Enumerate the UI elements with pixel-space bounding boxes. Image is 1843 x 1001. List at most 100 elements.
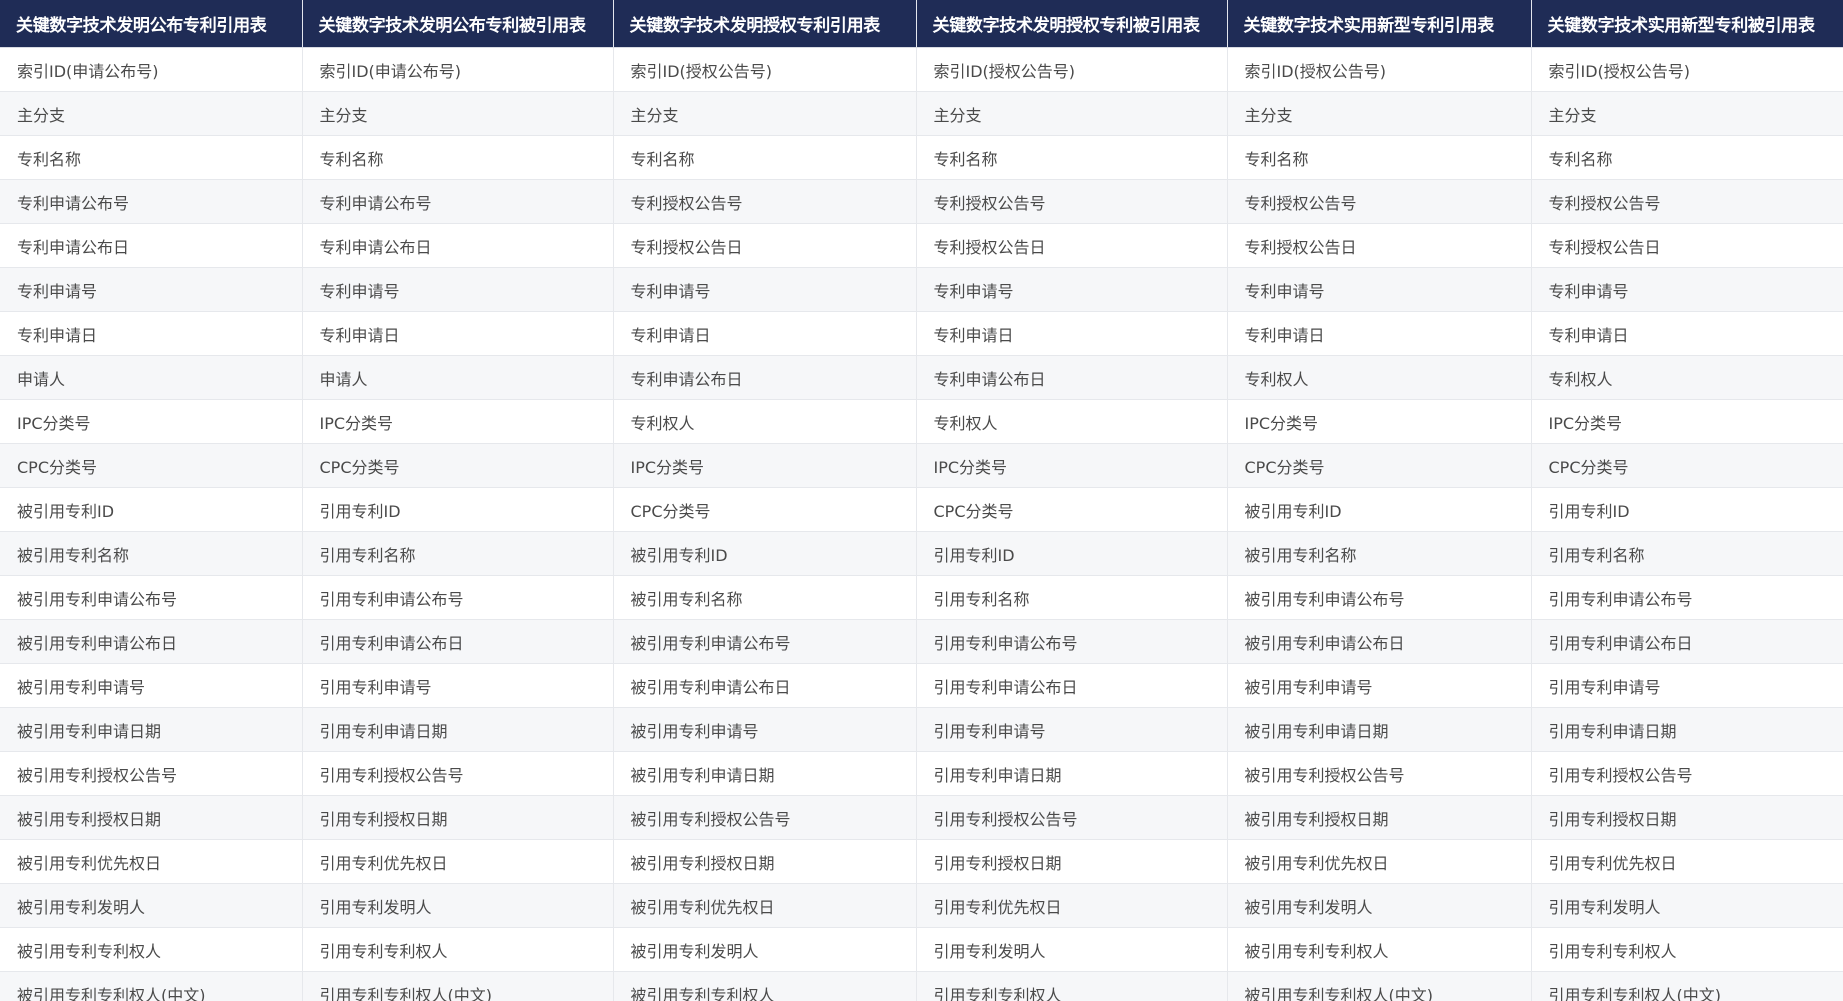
table-cell: 被引用专利申请号 [0, 663, 303, 708]
table-cell: 引用专利专利权人 [1531, 927, 1843, 972]
table-cell: 专利授权公告日 [916, 223, 1228, 268]
table-cell: 引用专利ID [1531, 487, 1843, 532]
table-cell: 引用专利优先权日 [1531, 839, 1843, 884]
table-cell: 专利申请号 [1531, 267, 1843, 312]
table-cell: 被引用专利授权公告号 [0, 751, 303, 796]
table-row: 被引用专利ID 引用专利ID CPC分类号 CPC分类号 被引用专利ID 引用专利ID [0, 487, 1843, 532]
table-cell: 引用专利申请公布日 [302, 619, 614, 664]
table-row: 被引用专利授权日期 引用专利授权日期 被引用专利授权公告号 引用专利授权公告号 被引用专… [0, 795, 1843, 840]
table-cell: 引用专利申请日期 [1531, 707, 1843, 752]
column-header: 关键数字技术发明公布专利被引用表 [302, 0, 614, 48]
table-cell: 被引用专利ID [1227, 487, 1532, 532]
table-cell: 被引用专利名称 [613, 575, 917, 620]
header-row: 关键数字技术发明公布专利引用表 关键数字技术发明公布专利被引用表 关键数字技术发… [0, 0, 1843, 48]
table-row: 被引用专利发明人 引用专利发明人 被引用专利优先权日 引用专利优先权日 被引用专利发明人… [0, 883, 1843, 928]
table-cell: 专利名称 [302, 135, 614, 180]
table-row: 被引用专利名称 引用专利名称 被引用专利ID 引用专利ID 被引用专利名称 引用专利名称 [0, 531, 1843, 576]
table-body: 索引ID(申请公布号) 索引ID(申请公布号) 索引ID(授权公告号) 索引ID(授权… [0, 47, 1843, 1001]
column-header: 关键数字技术发明授权专利被引用表 [916, 0, 1228, 48]
table-cell: 被引用专利发明人 [1227, 883, 1532, 928]
table-cell: 被引用专利名称 [1227, 531, 1532, 576]
table-cell: 主分支 [0, 91, 303, 136]
table-cell: 引用专利发明人 [1531, 883, 1843, 928]
table-cell: 引用专利申请公布日 [1531, 619, 1843, 664]
table-cell: 专利申请公布日 [0, 223, 303, 268]
table-cell: 引用专利授权公告号 [916, 795, 1228, 840]
table-cell: 专利名称 [1227, 135, 1532, 180]
table-cell: IPC分类号 [1531, 399, 1843, 444]
table-row: 被引用专利申请号 引用专利申请号 被引用专利申请公布日 引用专利申请公布日 被引用专利申… [0, 663, 1843, 708]
table-cell: 被引用专利名称 [0, 531, 303, 576]
table-cell: 被引用专利专利权人 [613, 971, 917, 1001]
table-cell: 索引ID(授权公告号) [916, 47, 1228, 92]
table-cell: 被引用专利申请公布号 [1227, 575, 1532, 620]
table-cell: 专利申请号 [302, 267, 614, 312]
table-row: 被引用专利专利权人(中文) 引用专利专利权人(中文) 被引用专利专利权人 引用专利专利… [0, 971, 1843, 1001]
table-cell: 专利授权公告日 [1531, 223, 1843, 268]
table-cell: 引用专利专利权人 [916, 971, 1228, 1001]
table-cell: 专利授权公告号 [916, 179, 1228, 224]
table-cell: 被引用专利发明人 [613, 927, 917, 972]
table-cell: 主分支 [916, 91, 1228, 136]
table-cell: 专利申请号 [613, 267, 917, 312]
table-cell: 引用专利申请号 [916, 707, 1228, 752]
table-cell: 被引用专利申请公布号 [0, 575, 303, 620]
table-cell: 专利申请日 [0, 311, 303, 356]
table-cell: 索引ID(申请公布号) [302, 47, 614, 92]
table-cell: 引用专利申请日期 [916, 751, 1228, 796]
table-row: 专利申请号 专利申请号 专利申请号 专利申请号 专利申请号 专利申请号 [0, 267, 1843, 312]
table-cell: 被引用专利申请日期 [0, 707, 303, 752]
table-cell: 主分支 [1227, 91, 1532, 136]
table-cell: 被引用专利专利权人 [1227, 927, 1532, 972]
table-cell: 专利名称 [0, 135, 303, 180]
table-row: 申请人 申请人 专利申请公布日 专利申请公布日 专利权人 专利权人 [0, 355, 1843, 400]
table-row: 被引用专利专利权人 引用专利专利权人 被引用专利发明人 引用专利发明人 被引用专利专利权… [0, 927, 1843, 972]
table-cell: 引用专利优先权日 [302, 839, 614, 884]
table-cell: 专利申请日 [1227, 311, 1532, 356]
table-row: IPC分类号 IPC分类号 专利权人 专利权人 IPC分类号 IPC分类号 [0, 399, 1843, 444]
table-cell: CPC分类号 [1227, 443, 1532, 488]
table-cell: 专利授权公告号 [1531, 179, 1843, 224]
column-header: 关键数字技术发明公布专利引用表 [0, 0, 303, 48]
table-cell: 专利授权公告日 [1227, 223, 1532, 268]
table-cell: 引用专利申请公布日 [916, 663, 1228, 708]
table-cell: 引用专利ID [916, 531, 1228, 576]
table-cell: 被引用专利授权日期 [613, 839, 917, 884]
field-comparison-table-container: 关键数字技术发明公布专利引用表 关键数字技术发明公布专利被引用表 关键数字技术发… [0, 0, 1843, 1001]
table-cell: 引用专利专利权人(中文) [1531, 971, 1843, 1001]
table-cell: IPC分类号 [1227, 399, 1532, 444]
table-cell: 索引ID(授权公告号) [1531, 47, 1843, 92]
table-row: 主分支 主分支 主分支 主分支 主分支 主分支 [0, 91, 1843, 136]
table-cell: 专利申请号 [1227, 267, 1532, 312]
table-cell: 专利名称 [1531, 135, 1843, 180]
table-cell: 被引用专利发明人 [0, 883, 303, 928]
table-cell: 索引ID(授权公告号) [1227, 47, 1532, 92]
table-row: 被引用专利申请日期 引用专利申请日期 被引用专利申请号 引用专利申请号 被引用专利申请日… [0, 707, 1843, 752]
table-cell: 引用专利授权日期 [302, 795, 614, 840]
table-cell: CPC分类号 [613, 487, 917, 532]
table-cell: 引用专利优先权日 [916, 883, 1228, 928]
table-cell: IPC分类号 [613, 443, 917, 488]
table-cell: 被引用专利优先权日 [613, 883, 917, 928]
table-cell: 专利申请日 [916, 311, 1228, 356]
column-header: 关键数字技术实用新型专利引用表 [1227, 0, 1532, 48]
table-cell: 引用专利授权日期 [1531, 795, 1843, 840]
table-cell: 专利授权公告号 [1227, 179, 1532, 224]
table-row: 被引用专利申请公布号 引用专利申请公布号 被引用专利名称 引用专利名称 被引用专利申请公… [0, 575, 1843, 620]
table-cell: 专利申请日 [302, 311, 614, 356]
table-cell: 索引ID(申请公布号) [0, 47, 303, 92]
table-cell: 专利权人 [613, 399, 917, 444]
table-cell: CPC分类号 [1531, 443, 1843, 488]
table-cell: 专利权人 [916, 399, 1228, 444]
table-cell: 专利授权公告日 [613, 223, 917, 268]
table-cell: 引用专利申请日期 [302, 707, 614, 752]
table-cell: 索引ID(授权公告号) [613, 47, 917, 92]
table-cell: 引用专利名称 [916, 575, 1228, 620]
table-cell: 引用专利申请公布号 [302, 575, 614, 620]
table-cell: 专利名称 [613, 135, 917, 180]
table-cell: 引用专利名称 [302, 531, 614, 576]
table-cell: 专利申请公布日 [302, 223, 614, 268]
table-cell: 引用专利授权公告号 [1531, 751, 1843, 796]
table-cell: IPC分类号 [0, 399, 303, 444]
table-cell: 被引用专利专利权人 [0, 927, 303, 972]
